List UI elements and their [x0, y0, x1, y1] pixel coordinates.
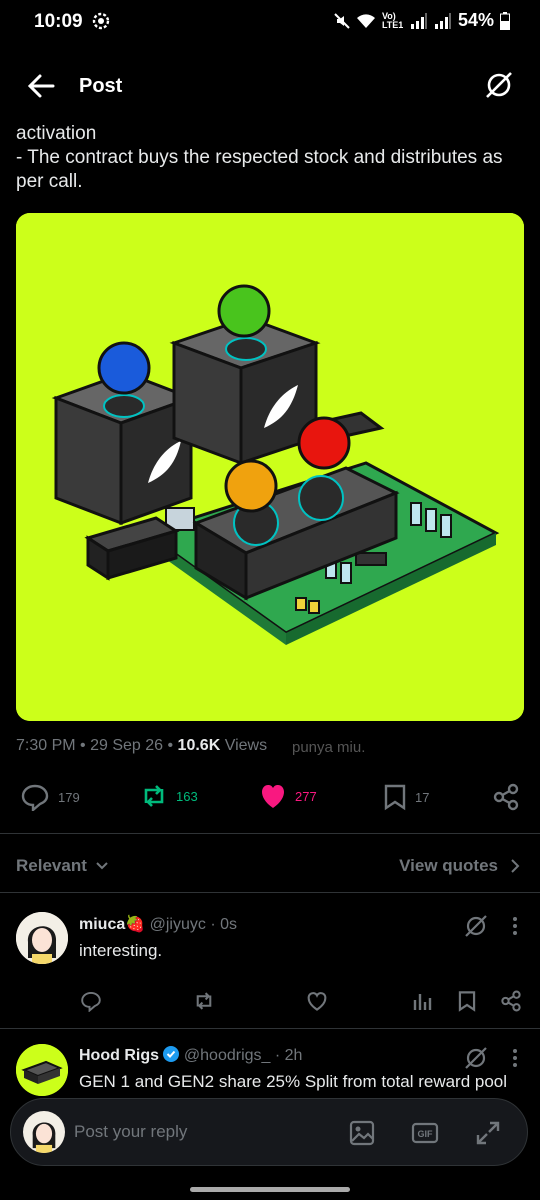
post-views-label: Views: [224, 737, 268, 754]
post-image[interactable]: [16, 213, 524, 721]
post-views-count: 10.6K: [177, 737, 221, 754]
reply-author: Hood Rigs @hoodrigs_ · 2h: [79, 1046, 302, 1065]
post-meta: 7:30 PM • 29 Sep 26 • 10.6K Views: [16, 737, 268, 754]
reply-author-handle[interactable]: @jiyuyc: [150, 916, 206, 933]
status-icons: Vo) LTE1 54%: [334, 10, 510, 31]
reply-author-handle[interactable]: @hoodrigs_: [184, 1047, 271, 1064]
divider: [0, 833, 540, 834]
avatar[interactable]: [16, 912, 68, 964]
signal-1-icon: [410, 12, 427, 29]
like-icon: [262, 784, 284, 808]
views-icon[interactable]: [412, 990, 434, 1012]
reply-icon[interactable]: [80, 990, 102, 1012]
mining-rig-illustration: [16, 213, 524, 721]
reply-author-name[interactable]: Hood Rigs: [79, 1047, 159, 1064]
chevron-down-icon: [96, 862, 108, 870]
reply-item[interactable]: miuca🍓 @jiyuyc · 0s interesting.: [0, 892, 540, 1028]
reply-count: 179: [58, 789, 80, 805]
reply-author: miuca🍓 @jiyuyc · 0s: [79, 914, 237, 934]
battery-label: 54%: [457, 10, 494, 30]
reply-icon: [21, 784, 49, 811]
expand-icon[interactable]: [474, 1119, 502, 1147]
status-time: 10:09: [34, 11, 83, 32]
reply-text: interesting.: [79, 941, 163, 960]
watermark-text: punya miu.: [292, 739, 366, 756]
avatar[interactable]: [16, 1044, 68, 1096]
signal-2-icon: [434, 12, 451, 29]
grok-icon[interactable]: [484, 70, 514, 100]
more-icon[interactable]: [512, 916, 518, 936]
bookmark-button[interactable]: 17: [383, 783, 429, 811]
reply-text: GEN 1 and GEN2 share 25% Split from tota…: [79, 1072, 508, 1091]
reply-actions: [0, 990, 540, 1014]
bookmark-count: 17: [415, 789, 430, 805]
reply-item[interactable]: Hood Rigs @hoodrigs_ · 2h GEN 1 and GEN2…: [0, 1028, 540, 1100]
svg-text:GIF: GIF: [418, 1129, 434, 1139]
reply-button[interactable]: 179: [20, 783, 80, 811]
post-date: 29 Sep 26: [90, 737, 164, 754]
sort-dropdown[interactable]: Relevant: [16, 856, 109, 876]
reply-author-name[interactable]: miuca🍓: [79, 916, 145, 933]
verified-icon: [163, 1046, 180, 1062]
like-icon[interactable]: [306, 990, 328, 1012]
avatar: [23, 1111, 65, 1153]
grok-icon[interactable]: [464, 1046, 488, 1070]
settings-gear-icon: [92, 12, 110, 30]
share-icon: [493, 783, 519, 811]
sort-label: Relevant: [16, 856, 87, 875]
bookmark-icon: [384, 784, 406, 811]
wifi-icon: [356, 13, 375, 28]
mute-icon: [334, 12, 350, 29]
view-quotes-link[interactable]: View quotes: [399, 856, 520, 876]
repost-count: 163: [176, 788, 198, 804]
share-icon[interactable]: [500, 990, 522, 1012]
bookmark-icon[interactable]: [457, 990, 477, 1012]
battery-icon: [500, 11, 510, 30]
page-title: Post: [79, 75, 123, 97]
top-header: Post: [0, 62, 540, 110]
post-actions: 179 163 277 17: [0, 783, 540, 815]
reply-composer[interactable]: Post your reply GIF: [10, 1098, 528, 1166]
gif-icon[interactable]: GIF: [411, 1119, 439, 1147]
chevron-right-icon: [511, 859, 520, 873]
home-indicator: [190, 1187, 350, 1192]
like-button[interactable]: 277: [259, 783, 317, 809]
network-label: Vo) LTE1: [381, 10, 404, 30]
like-count: 277: [295, 788, 317, 804]
repost-button[interactable]: 163: [140, 783, 198, 809]
reply-input[interactable]: Post your reply: [74, 1122, 187, 1142]
back-arrow-icon[interactable]: [26, 72, 56, 100]
grok-icon[interactable]: [464, 914, 488, 938]
reply-time: · 2h: [274, 1047, 303, 1064]
repost-icon: [144, 785, 164, 807]
more-icon[interactable]: [512, 1048, 518, 1068]
view-quotes-label: View quotes: [399, 856, 498, 875]
share-button[interactable]: [492, 783, 520, 811]
image-icon[interactable]: [348, 1119, 376, 1147]
post-time: 7:30 PM: [16, 737, 76, 754]
repost-icon[interactable]: [193, 990, 215, 1012]
post-body-text: activation - The contract buys the respe…: [16, 123, 503, 192]
status-bar: 10:09 Vo) LTE1 54%: [0, 0, 540, 44]
reply-time: · 0s: [210, 916, 237, 933]
